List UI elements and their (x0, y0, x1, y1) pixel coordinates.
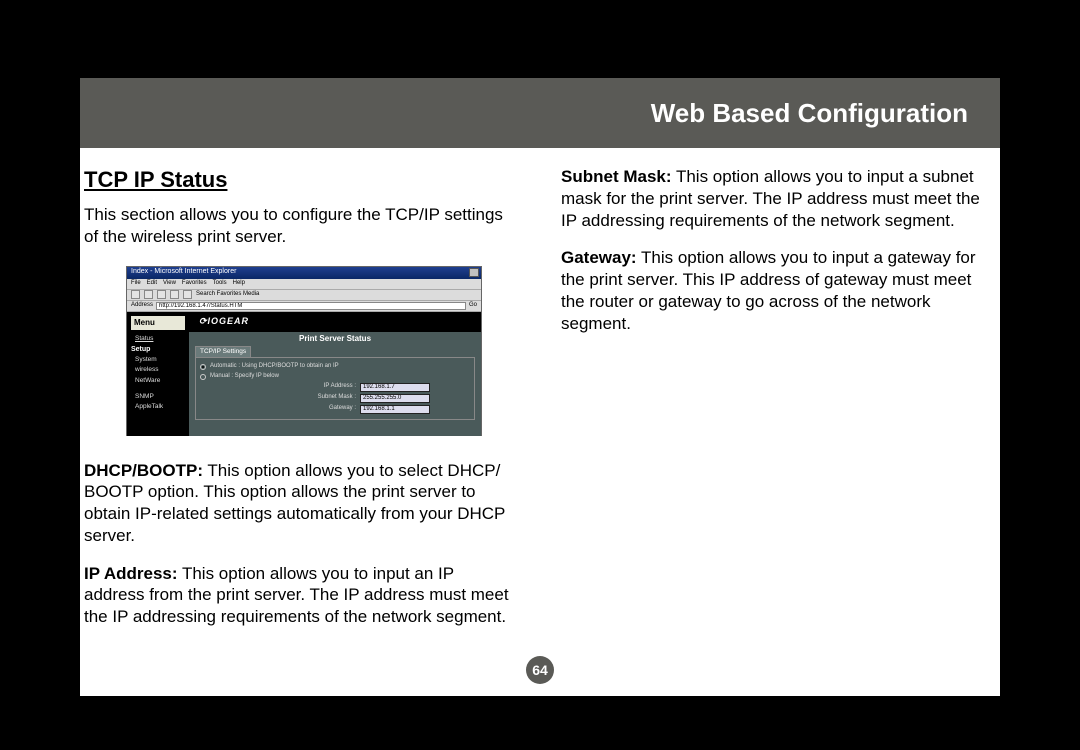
subnet-paragraph: Subnet Mask: This option allows you to i… (561, 166, 996, 231)
tcpip-panel: Automatic : Using DHCP/BOOTP to obtain a… (195, 357, 475, 419)
brand-logo: ⟳ IOGEAR (189, 312, 481, 332)
close-icon (469, 268, 479, 277)
manual-page: Web Based Configuration TCP IP Status Th… (80, 78, 1000, 696)
menu-help: Help (233, 280, 245, 288)
menu-file: File (131, 280, 141, 288)
row-auto: Automatic : Using DHCP/BOOTP to obtain a… (200, 362, 470, 372)
dhcp-paragraph: DHCP/BOOTP: This option allows you to se… (84, 460, 519, 547)
menu-view: View (163, 280, 176, 288)
page-body: Menu Status Setup System wireless NetWar… (127, 312, 481, 436)
gateway-paragraph: Gateway: This option allows you to input… (561, 247, 996, 334)
chapter-header: Web Based Configuration (80, 78, 1000, 148)
forward-icon (144, 290, 153, 299)
page-number: 64 (526, 656, 554, 684)
sidebar-menu-heading: Menu (131, 316, 185, 330)
section-title: TCP IP Status (84, 166, 519, 194)
sidebar-item: AppleTalk (131, 402, 185, 412)
content-columns: TCP IP Status This section allows you to… (80, 166, 1000, 644)
back-icon (131, 290, 140, 299)
ie-titlebar: Index - Microsoft Internet Explorer (127, 267, 481, 279)
opt-auto-label: Automatic : Using DHCP/BOOTP to obtain a… (210, 363, 339, 371)
intro-paragraph: This section allows you to configure the… (84, 204, 519, 248)
panel-title: Print Server Status (189, 332, 481, 346)
ip-paragraph: IP Address: This option allows you to in… (84, 563, 519, 628)
address-label: Address (131, 302, 153, 310)
row-ip: IP Address : 192.168.1.7 (200, 382, 470, 393)
mask-field-value: 255.255.255.0 (360, 394, 430, 403)
sidebar-item: System (131, 355, 185, 365)
sidebar-status-link: Status (131, 334, 185, 344)
config-sidebar: Menu Status Setup System wireless NetWar… (127, 312, 189, 436)
radio-icon (200, 374, 206, 380)
ip-field-value: 192.168.1.7 (360, 383, 430, 392)
home-icon (183, 290, 192, 299)
left-column: TCP IP Status This section allows you to… (84, 166, 525, 644)
tcpip-tab: TCP/IP Settings (195, 346, 251, 357)
stop-icon (157, 290, 166, 299)
toolbar-labels: Search Favorites Media (196, 291, 259, 299)
row-manual: Manual : Specify IP below (200, 372, 470, 382)
menu-favorites: Favorites (182, 280, 207, 288)
ip-label: IP Address: (84, 564, 178, 583)
address-input: http://192.168.1.47/Status.HTM (156, 302, 466, 310)
go-button-label: Go (469, 302, 477, 310)
menu-edit: Edit (147, 280, 157, 288)
refresh-icon (170, 290, 179, 299)
sidebar-item: wireless (131, 365, 185, 375)
ie-menubar: File Edit View Favorites Tools Help (127, 279, 481, 289)
right-column: Subnet Mask: This option allows you to i… (555, 166, 996, 644)
chapter-title: Web Based Configuration (651, 98, 968, 129)
sidebar-item: SNMP (131, 392, 185, 402)
opt-manual-label: Manual : Specify IP below (210, 373, 279, 381)
menu-tools: Tools (213, 280, 227, 288)
gw-field-label: Gateway : (276, 405, 356, 413)
ip-field-label: IP Address : (276, 383, 356, 391)
sidebar-setup-heading: Setup (131, 346, 185, 355)
brand-text: IOGEAR (208, 316, 250, 328)
ie-toolbar: Search Favorites Media (127, 289, 481, 301)
gw-field-value: 192.168.1.1 (360, 405, 430, 414)
dhcp-label: DHCP/BOOTP: (84, 461, 203, 480)
row-mask: Subnet Mask : 255.255.255.0 (200, 393, 470, 404)
config-main: ⟳ IOGEAR Print Server Status TCP/IP Sett… (189, 312, 481, 436)
window-title-text: Index - Microsoft Internet Explorer (131, 268, 236, 277)
config-screenshot: Index - Microsoft Internet Explorer File… (126, 266, 482, 436)
sidebar-item: NetWare (131, 376, 185, 386)
radio-icon (200, 364, 206, 370)
ie-address-bar: Address http://192.168.1.47/Status.HTM G… (127, 301, 481, 312)
mask-field-label: Subnet Mask : (276, 394, 356, 402)
row-gw: Gateway : 192.168.1.1 (200, 404, 470, 415)
subnet-label: Subnet Mask: (561, 167, 672, 186)
gateway-label: Gateway: (561, 248, 637, 267)
